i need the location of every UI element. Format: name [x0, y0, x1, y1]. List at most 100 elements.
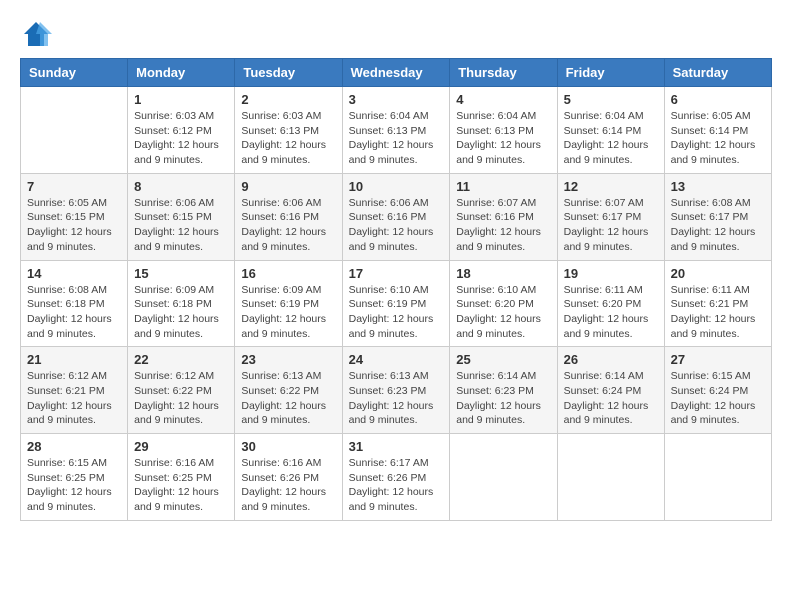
day-number: 8 [134, 179, 228, 194]
calendar-header-row: SundayMondayTuesdayWednesdayThursdayFrid… [21, 59, 772, 87]
day-number: 16 [241, 266, 335, 281]
calendar-cell: 30 Sunrise: 6:16 AMSunset: 6:26 PMDayligh… [235, 434, 342, 521]
calendar-cell [450, 434, 557, 521]
day-number: 9 [241, 179, 335, 194]
cell-sun-info: Sunrise: 6:16 AMSunset: 6:26 PMDaylight:… [241, 456, 335, 515]
calendar-cell: 6Sunrise: 6:05 AMSunset: 6:14 PMDaylight… [664, 87, 771, 174]
day-number: 30 [241, 439, 335, 454]
day-number: 1 [134, 92, 228, 107]
calendar-cell: 3 Sunrise: 6:04 AMSunset: 6:13 PMDaylight… [342, 87, 450, 174]
day-number: 7 [27, 179, 121, 194]
day-number: 23 [241, 352, 335, 367]
cell-sun-info: Sunrise: 6:15 AMSunset: 6:25 PMDaylight:… [27, 456, 121, 515]
calendar-cell: 27 Sunrise: 6:15 AMSunset: 6:24 PMDayligh… [664, 347, 771, 434]
day-number: 2 [241, 92, 335, 107]
calendar-week-1: 1 Sunrise: 6:03 AMSunset: 6:12 PMDaylight… [21, 87, 772, 174]
cell-sun-info: Sunrise: 6:04 AMSunset: 6:13 PMDaylight:… [456, 109, 550, 168]
calendar-cell: 12 Sunrise: 6:07 AMSunset: 6:17 PMDayligh… [557, 173, 664, 260]
calendar-cell: 29 Sunrise: 6:16 AMSunset: 6:25 PMDayligh… [128, 434, 235, 521]
cell-sun-info: Sunrise: 6:16 AMSunset: 6:25 PMDaylight:… [134, 456, 228, 515]
calendar-cell: 15Sunrise: 6:09 AMSunset: 6:18 PMDayligh… [128, 260, 235, 347]
calendar-cell: 22 Sunrise: 6:12 AMSunset: 6:22 PMDayligh… [128, 347, 235, 434]
day-number: 25 [456, 352, 550, 367]
calendar-cell: 2 Sunrise: 6:03 AMSunset: 6:13 PMDaylight… [235, 87, 342, 174]
day-number: 11 [456, 179, 550, 194]
day-number: 29 [134, 439, 228, 454]
calendar-cell: 21Sunrise: 6:12 AMSunset: 6:21 PMDayligh… [21, 347, 128, 434]
calendar-cell: 18 Sunrise: 6:10 AMSunset: 6:20 PMDayligh… [450, 260, 557, 347]
cell-sun-info: Sunrise: 6:15 AMSunset: 6:24 PMDaylight:… [671, 369, 765, 428]
calendar-cell: 17Sunrise: 6:10 AMSunset: 6:19 PMDayligh… [342, 260, 450, 347]
day-number: 24 [349, 352, 444, 367]
cell-sun-info: Sunrise: 6:12 AMSunset: 6:22 PMDaylight:… [134, 369, 228, 428]
calendar-cell: 13 Sunrise: 6:08 AMSunset: 6:17 PMDayligh… [664, 173, 771, 260]
calendar-cell: 10 Sunrise: 6:06 AMSunset: 6:16 PMDayligh… [342, 173, 450, 260]
cell-sun-info: Sunrise: 6:07 AMSunset: 6:17 PMDaylight:… [564, 196, 658, 255]
calendar-cell: 28 Sunrise: 6:15 AMSunset: 6:25 PMDayligh… [21, 434, 128, 521]
col-header-saturday: Saturday [664, 59, 771, 87]
day-number: 31 [349, 439, 444, 454]
cell-sun-info: Sunrise: 6:03 AMSunset: 6:12 PMDaylight:… [134, 109, 228, 168]
cell-sun-info: Sunrise: 6:08 AMSunset: 6:17 PMDaylight:… [671, 196, 765, 255]
calendar-week-3: 14Sunrise: 6:08 AMSunset: 6:18 PMDayligh… [21, 260, 772, 347]
cell-sun-info: Sunrise: 6:06 AMSunset: 6:16 PMDaylight:… [349, 196, 444, 255]
day-number: 10 [349, 179, 444, 194]
cell-sun-info: Sunrise: 6:04 AMSunset: 6:13 PMDaylight:… [349, 109, 444, 168]
cell-sun-info: Sunrise: 6:13 AMSunset: 6:22 PMDaylight:… [241, 369, 335, 428]
day-number: 5 [564, 92, 658, 107]
cell-sun-info: Sunrise: 6:11 AMSunset: 6:21 PMDaylight:… [671, 283, 765, 342]
calendar-cell: 19Sunrise: 6:11 AMSunset: 6:20 PMDayligh… [557, 260, 664, 347]
page-header [20, 20, 772, 48]
cell-sun-info: Sunrise: 6:07 AMSunset: 6:16 PMDaylight:… [456, 196, 550, 255]
day-number: 20 [671, 266, 765, 281]
day-number: 27 [671, 352, 765, 367]
day-number: 15 [134, 266, 228, 281]
day-number: 13 [671, 179, 765, 194]
cell-sun-info: Sunrise: 6:17 AMSunset: 6:26 PMDaylight:… [349, 456, 444, 515]
calendar-cell: 8 Sunrise: 6:06 AMSunset: 6:15 PMDaylight… [128, 173, 235, 260]
col-header-wednesday: Wednesday [342, 59, 450, 87]
cell-sun-info: Sunrise: 6:03 AMSunset: 6:13 PMDaylight:… [241, 109, 335, 168]
col-header-sunday: Sunday [21, 59, 128, 87]
calendar-week-5: 28 Sunrise: 6:15 AMSunset: 6:25 PMDayligh… [21, 434, 772, 521]
cell-sun-info: Sunrise: 6:09 AMSunset: 6:19 PMDaylight:… [241, 283, 335, 342]
cell-sun-info: Sunrise: 6:10 AMSunset: 6:19 PMDaylight:… [349, 283, 444, 342]
calendar-cell [21, 87, 128, 174]
logo-icon [20, 20, 52, 48]
logo [20, 20, 54, 48]
day-number: 4 [456, 92, 550, 107]
cell-sun-info: Sunrise: 6:06 AMSunset: 6:15 PMDaylight:… [134, 196, 228, 255]
calendar-cell: 5 Sunrise: 6:04 AMSunset: 6:14 PMDaylight… [557, 87, 664, 174]
calendar-cell: 11 Sunrise: 6:07 AMSunset: 6:16 PMDayligh… [450, 173, 557, 260]
day-number: 28 [27, 439, 121, 454]
calendar-cell: 1 Sunrise: 6:03 AMSunset: 6:12 PMDaylight… [128, 87, 235, 174]
cell-sun-info: Sunrise: 6:11 AMSunset: 6:20 PMDaylight:… [564, 283, 658, 342]
day-number: 18 [456, 266, 550, 281]
calendar-cell: 23 Sunrise: 6:13 AMSunset: 6:22 PMDayligh… [235, 347, 342, 434]
calendar-week-2: 7Sunrise: 6:05 AMSunset: 6:15 PMDaylight… [21, 173, 772, 260]
calendar-week-4: 21Sunrise: 6:12 AMSunset: 6:21 PMDayligh… [21, 347, 772, 434]
day-number: 3 [349, 92, 444, 107]
cell-sun-info: Sunrise: 6:08 AMSunset: 6:18 PMDaylight:… [27, 283, 121, 342]
cell-sun-info: Sunrise: 6:10 AMSunset: 6:20 PMDaylight:… [456, 283, 550, 342]
calendar-cell: 20 Sunrise: 6:11 AMSunset: 6:21 PMDayligh… [664, 260, 771, 347]
cell-sun-info: Sunrise: 6:13 AMSunset: 6:23 PMDaylight:… [349, 369, 444, 428]
calendar-cell: 16 Sunrise: 6:09 AMSunset: 6:19 PMDayligh… [235, 260, 342, 347]
cell-sun-info: Sunrise: 6:12 AMSunset: 6:21 PMDaylight:… [27, 369, 121, 428]
calendar-cell: 31 Sunrise: 6:17 AMSunset: 6:26 PMDayligh… [342, 434, 450, 521]
calendar-cell: 9 Sunrise: 6:06 AMSunset: 6:16 PMDaylight… [235, 173, 342, 260]
day-number: 12 [564, 179, 658, 194]
col-header-thursday: Thursday [450, 59, 557, 87]
calendar-cell: 25Sunrise: 6:14 AMSunset: 6:23 PMDayligh… [450, 347, 557, 434]
calendar-cell: 24 Sunrise: 6:13 AMSunset: 6:23 PMDayligh… [342, 347, 450, 434]
day-number: 22 [134, 352, 228, 367]
calendar-table: SundayMondayTuesdayWednesdayThursdayFrid… [20, 58, 772, 521]
cell-sun-info: Sunrise: 6:06 AMSunset: 6:16 PMDaylight:… [241, 196, 335, 255]
calendar-cell [664, 434, 771, 521]
cell-sun-info: Sunrise: 6:14 AMSunset: 6:24 PMDaylight:… [564, 369, 658, 428]
calendar-cell [557, 434, 664, 521]
calendar-cell: 7Sunrise: 6:05 AMSunset: 6:15 PMDaylight… [21, 173, 128, 260]
col-header-tuesday: Tuesday [235, 59, 342, 87]
calendar-cell: 4 Sunrise: 6:04 AMSunset: 6:13 PMDaylight… [450, 87, 557, 174]
cell-sun-info: Sunrise: 6:04 AMSunset: 6:14 PMDaylight:… [564, 109, 658, 168]
